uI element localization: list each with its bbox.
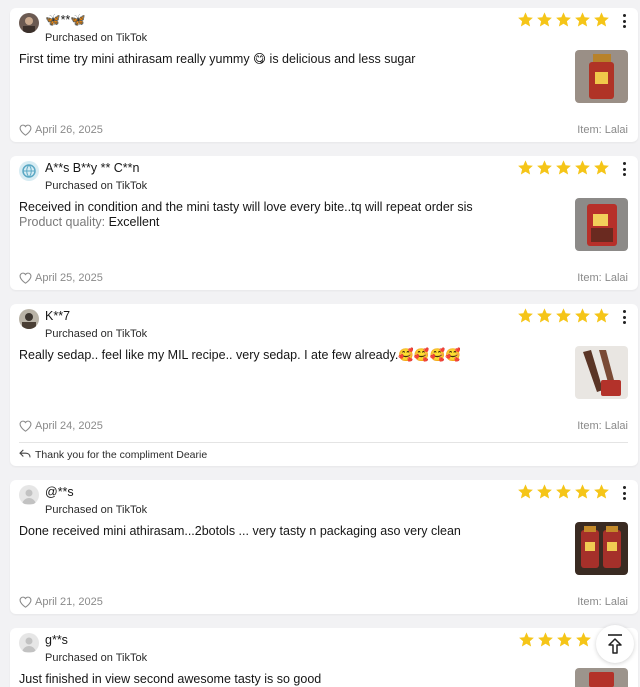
review-date: April 21, 2025 [35, 596, 103, 608]
star-icon [538, 632, 553, 647]
purchase-source: Purchased on TikTok [45, 652, 148, 664]
divider [19, 442, 628, 443]
star-rating [517, 11, 610, 28]
star-icon [575, 308, 590, 323]
star-icon [537, 484, 552, 499]
user-avatar[interactable] [19, 13, 39, 33]
star-icon [556, 12, 571, 27]
user-avatar[interactable] [19, 485, 39, 505]
item-variant: Item: Lalai [577, 596, 628, 608]
review-card: g**s Purchased on TikTok Just finished i… [10, 628, 638, 687]
star-icon [594, 308, 609, 323]
purchase-source: Purchased on TikTok [45, 32, 148, 44]
review-text: Received in condition and the mini tasty… [19, 200, 473, 214]
review-text: Done received mini athirasam...2botols .… [19, 524, 461, 538]
star-icon [575, 160, 590, 175]
reviewer-name[interactable]: @**s [45, 485, 74, 499]
review-photo-thumbnail[interactable] [575, 668, 628, 687]
review-text: First time try mini athirasam really yum… [19, 52, 416, 66]
item-variant: Item: Lalai [577, 272, 628, 284]
star-icon [556, 484, 571, 499]
star-icon [537, 308, 552, 323]
star-icon [537, 12, 552, 27]
star-icon [518, 308, 533, 323]
star-icon [518, 160, 533, 175]
heart-icon[interactable] [19, 124, 32, 136]
star-icon [557, 632, 572, 647]
product-quality-value: Excellent [108, 215, 160, 229]
scroll-to-top-button[interactable] [596, 625, 634, 663]
star-icon [594, 484, 609, 499]
review-text: Really sedap.. feel like my MIL recipe..… [19, 348, 461, 362]
product-quality: Product quality: Excellent [19, 215, 159, 229]
star-rating [518, 631, 592, 648]
star-icon [518, 484, 533, 499]
more-options-icon[interactable] [622, 486, 626, 500]
product-quality-label: Product quality: [19, 215, 106, 229]
review-card: A**s B**y ** C**n Purchased on TikTok Re… [10, 156, 638, 290]
star-icon [556, 308, 571, 323]
review-card: 🦋**🦋 Purchased on TikTok First time try … [10, 8, 638, 142]
reply-arrow-icon [19, 449, 31, 458]
star-icon [537, 160, 552, 175]
star-icon [575, 484, 590, 499]
review-footer: April 21, 2025 Item: Lalai [19, 595, 628, 611]
star-icon [576, 632, 591, 647]
star-icon [556, 160, 571, 175]
reviewer-name[interactable]: g**s [45, 633, 68, 647]
star-icon [575, 12, 590, 27]
purchase-source: Purchased on TikTok [45, 328, 148, 340]
star-icon [594, 12, 609, 27]
review-footer: April 25, 2025 Item: Lalai [19, 271, 628, 287]
review-footer: April 24, 2025 Item: Lalai [19, 419, 628, 435]
star-rating [517, 483, 610, 500]
review-date: April 26, 2025 [35, 124, 103, 136]
review-date: April 25, 2025 [35, 272, 103, 284]
user-avatar[interactable] [19, 633, 39, 653]
star-icon [518, 12, 533, 27]
star-icon [519, 632, 534, 647]
review-date: April 24, 2025 [35, 420, 103, 432]
review-text: Just finished in view second awesome tas… [19, 672, 322, 686]
more-options-icon[interactable] [622, 310, 626, 324]
purchase-source: Purchased on TikTok [45, 180, 148, 192]
heart-icon[interactable] [19, 596, 32, 608]
arrow-up-to-top-icon [608, 634, 622, 654]
reviewer-name[interactable]: A**s B**y ** C**n [45, 161, 140, 175]
review-card: K**7 Purchased on TikTok Really sedap.. … [10, 304, 638, 466]
review-card: @**s Purchased on TikTok Done received m… [10, 480, 638, 614]
user-avatar[interactable] [19, 161, 39, 181]
star-rating [517, 307, 610, 324]
user-avatar[interactable] [19, 309, 39, 329]
review-photo-thumbnail[interactable] [575, 198, 628, 251]
item-variant: Item: Lalai [577, 420, 628, 432]
more-options-icon[interactable] [622, 14, 626, 28]
review-photo-thumbnail[interactable] [575, 522, 628, 575]
heart-icon[interactable] [19, 420, 32, 432]
star-rating [517, 159, 610, 176]
heart-icon[interactable] [19, 272, 32, 284]
reviewer-name[interactable]: 🦋**🦋 [45, 13, 86, 28]
review-photo-thumbnail[interactable] [575, 346, 628, 399]
more-options-icon[interactable] [622, 162, 626, 176]
purchase-source: Purchased on TikTok [45, 504, 148, 516]
review-footer: April 26, 2025 Item: Lalai [19, 123, 628, 139]
star-icon [594, 160, 609, 175]
seller-reply: Thank you for the compliment Dearie [19, 449, 207, 461]
reviewer-name[interactable]: K**7 [45, 309, 70, 323]
item-variant: Item: Lalai [577, 124, 628, 136]
seller-reply-text: Thank you for the compliment Dearie [35, 449, 208, 461]
review-photo-thumbnail[interactable] [575, 50, 628, 103]
